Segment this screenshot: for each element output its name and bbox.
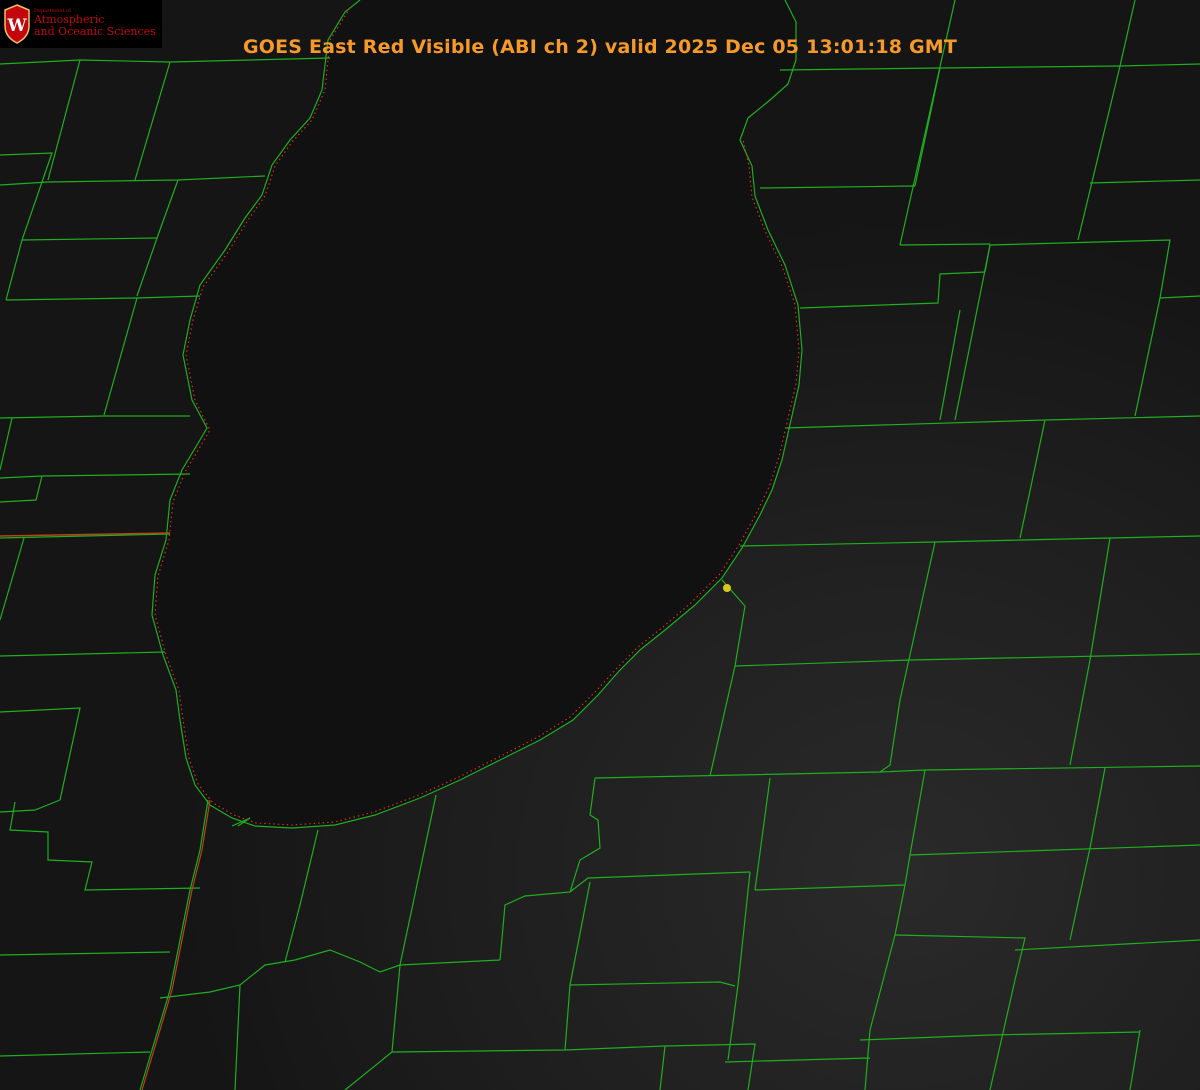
- logo-line2: and Oceanic Sciences: [34, 25, 156, 38]
- map-title: GOES East Red Visible (ABI ch 2) valid 2…: [242, 36, 958, 58]
- satellite-map: [0, 0, 1200, 1090]
- crest-letter: W: [6, 16, 27, 36]
- station-marker-icon: [723, 584, 731, 592]
- uw-crest-icon: W: [4, 4, 30, 44]
- aos-logo: W Department of Atmospheric and Oceanic …: [0, 0, 162, 48]
- logo-text: Department of Atmospheric and Oceanic Sc…: [34, 8, 156, 38]
